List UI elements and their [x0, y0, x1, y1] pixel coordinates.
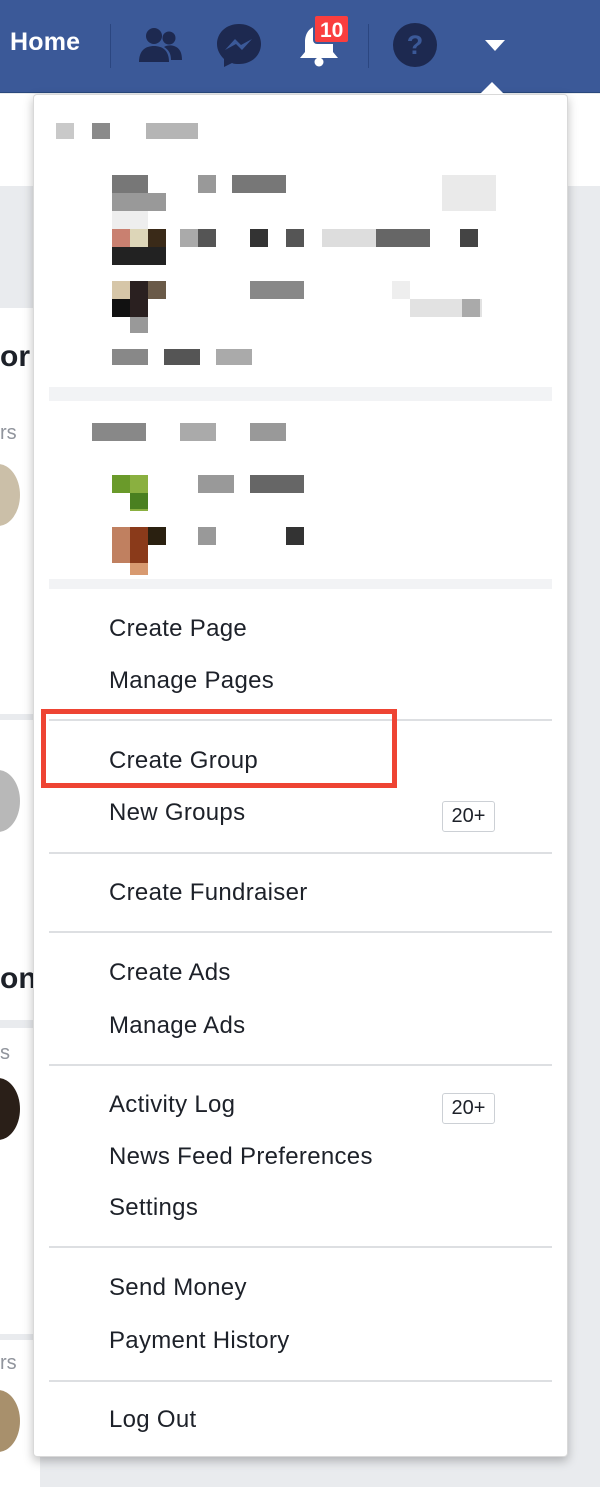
home-link[interactable]: Home — [10, 28, 80, 57]
section-divider — [49, 1246, 552, 1248]
section-divider — [49, 852, 552, 854]
background-fragment: or — [0, 340, 30, 373]
help-icon[interactable]: ? — [390, 20, 440, 70]
section-divider — [49, 1064, 552, 1066]
new-groups-count-badge: 20+ — [442, 801, 495, 832]
friends-icon[interactable] — [135, 20, 185, 70]
create-page-item[interactable]: Create Page — [109, 615, 247, 643]
account-menu-caret-icon[interactable] — [470, 20, 520, 70]
nav-separator — [368, 24, 369, 68]
account-dropdown-menu: Create Page Manage Pages Create Group Ne… — [33, 94, 568, 1457]
send-money-item[interactable]: Send Money — [109, 1274, 247, 1302]
section-divider — [49, 1380, 552, 1382]
section-divider — [49, 579, 552, 589]
manage-ads-item[interactable]: Manage Ads — [109, 1012, 245, 1040]
create-ads-item[interactable]: Create Ads — [109, 959, 231, 987]
background-fragment: rs — [0, 1352, 17, 1374]
section-divider — [49, 719, 552, 721]
background-fragment: s — [0, 1042, 10, 1064]
top-navigation-bar: Home 10 ? — [0, 0, 600, 93]
create-group-item[interactable]: Create Group — [109, 747, 258, 775]
menu-caret — [480, 82, 504, 94]
log-out-item[interactable]: Log Out — [109, 1406, 197, 1434]
redacted-shortcuts-list — [56, 421, 556, 581]
manage-pages-item[interactable]: Manage Pages — [109, 667, 274, 695]
background-fragment: on — [0, 962, 37, 995]
section-divider — [49, 387, 552, 401]
section-divider — [49, 931, 552, 933]
news-feed-preferences-item[interactable]: News Feed Preferences — [109, 1143, 373, 1171]
create-fundraiser-item[interactable]: Create Fundraiser — [109, 879, 308, 907]
messenger-icon[interactable] — [214, 20, 264, 70]
payment-history-item[interactable]: Payment History — [109, 1327, 290, 1355]
nav-separator — [110, 24, 111, 68]
background-fragment: rs — [0, 422, 17, 444]
redacted-accounts-list — [56, 123, 556, 373]
notifications-badge: 10 — [313, 14, 351, 44]
settings-item[interactable]: Settings — [109, 1194, 198, 1222]
svg-text:?: ? — [407, 30, 424, 60]
activity-log-count-badge: 20+ — [442, 1093, 495, 1124]
new-groups-item[interactable]: New Groups — [109, 799, 245, 827]
activity-log-item[interactable]: Activity Log — [109, 1091, 235, 1119]
